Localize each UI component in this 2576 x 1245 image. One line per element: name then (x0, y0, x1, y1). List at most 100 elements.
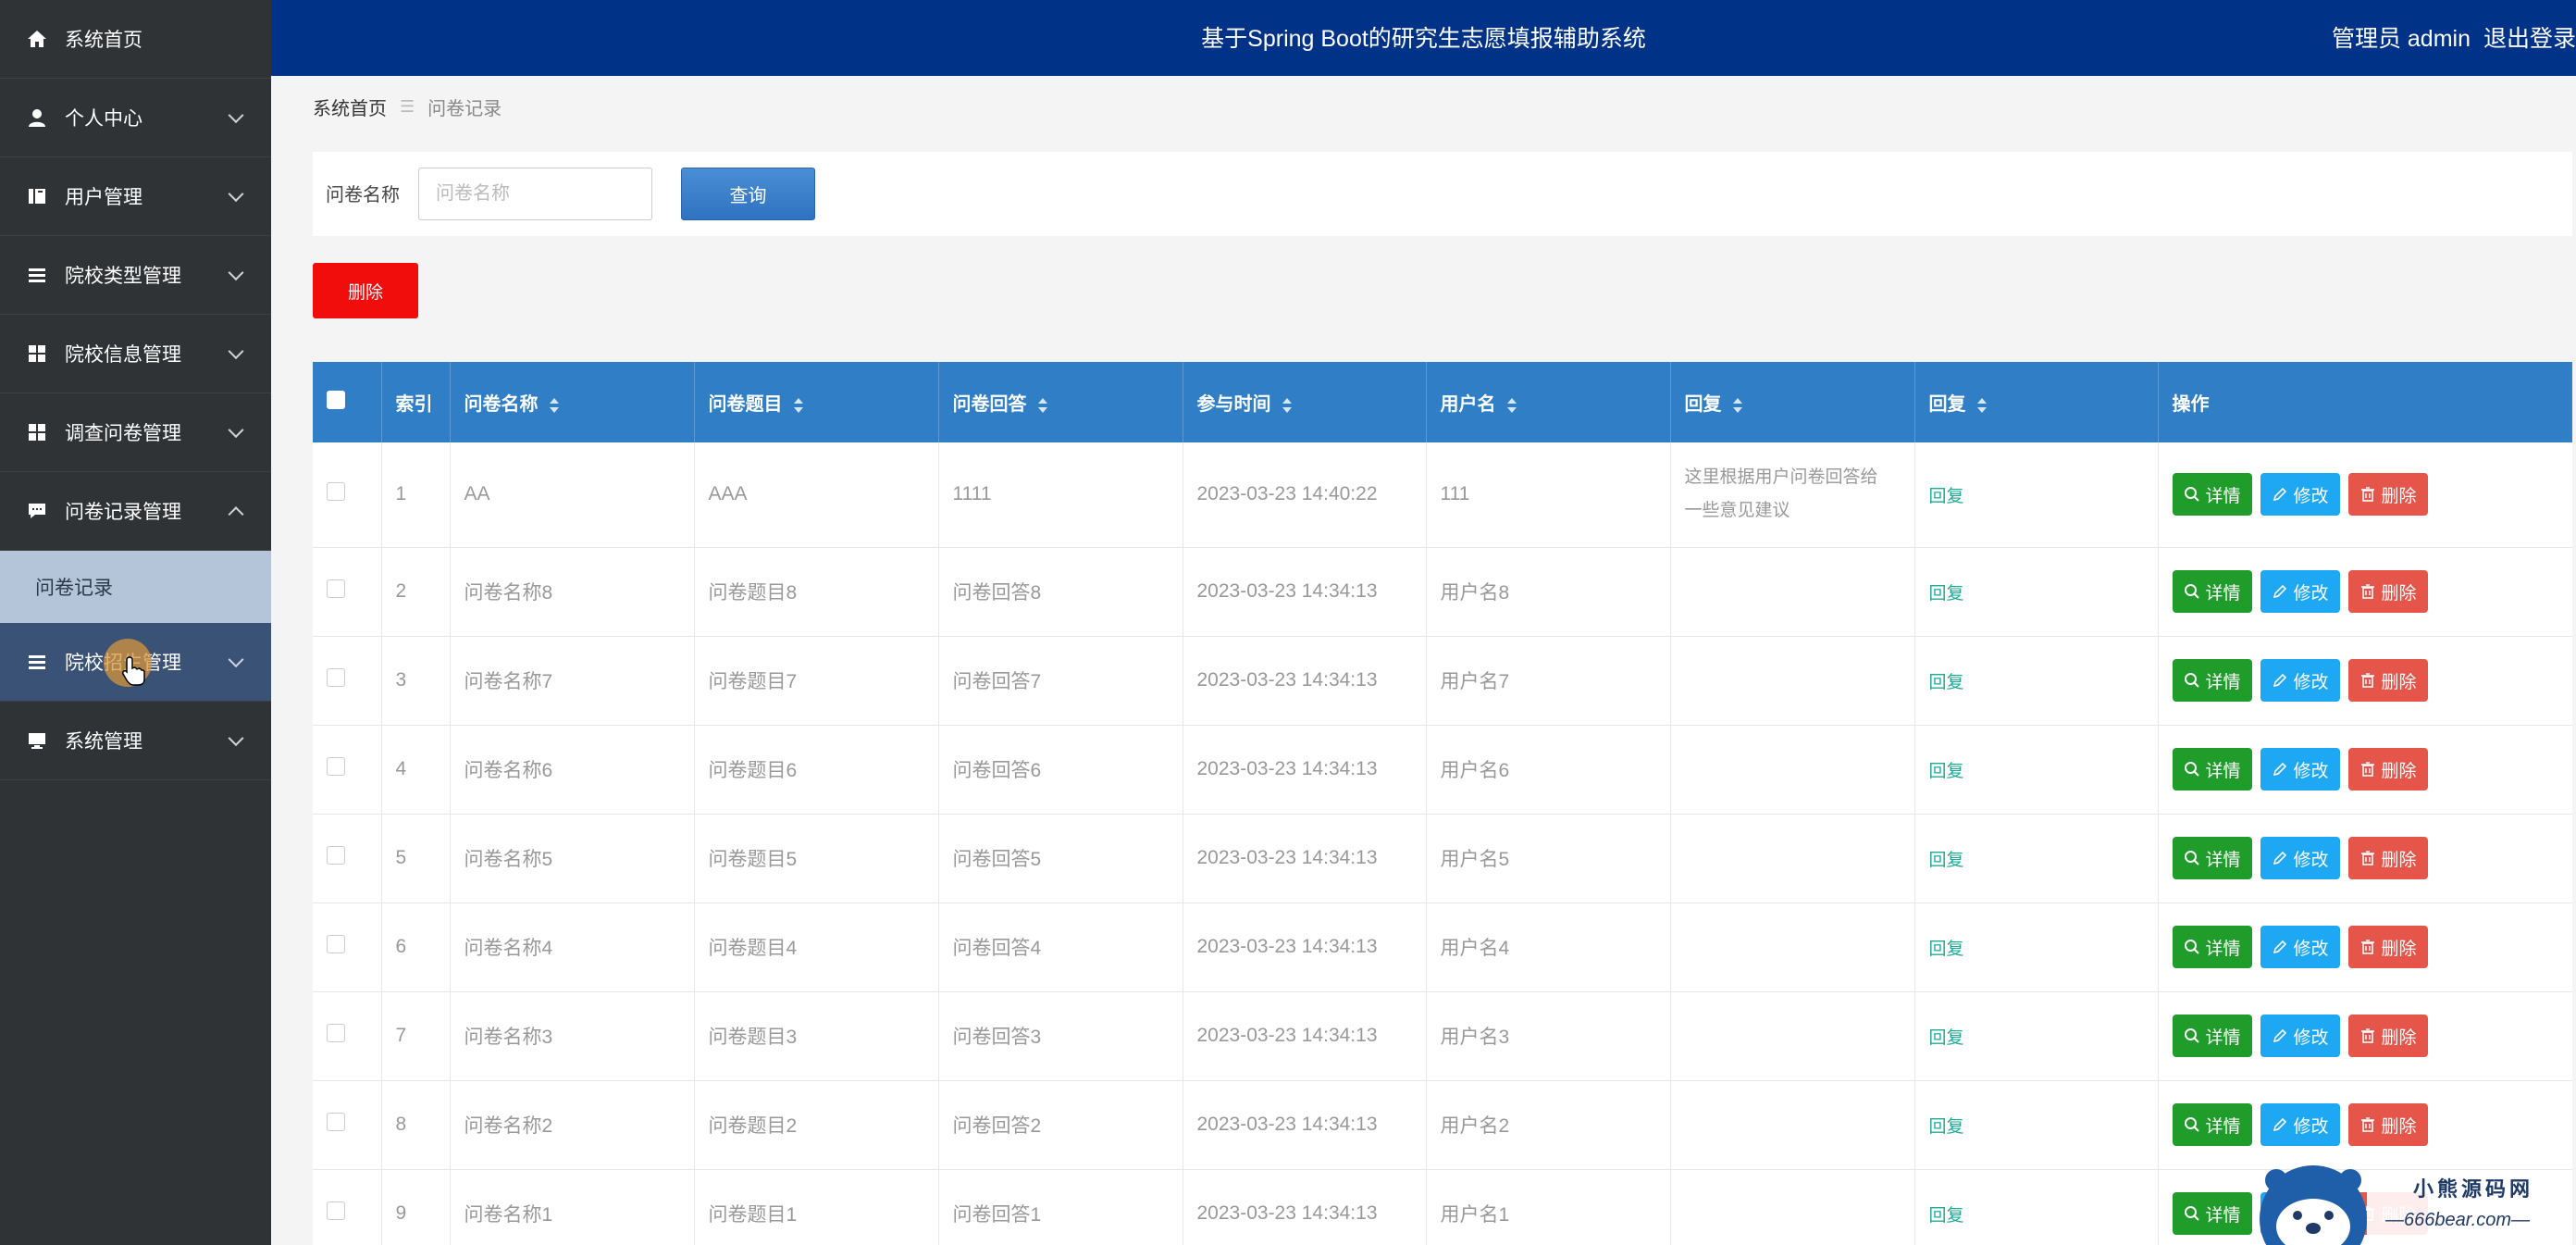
edit-button[interactable]: 修改 (2260, 926, 2340, 968)
column-header[interactable]: 问卷名称 (450, 362, 695, 442)
sidebar-item-users[interactable]: 用户管理 (0, 157, 271, 236)
grid-icon (26, 421, 48, 443)
sidebar-item-system[interactable]: 系统管理 (0, 702, 271, 780)
column-header[interactable]: 参与时间 (1183, 362, 1427, 442)
reply-link[interactable]: 回复 (1929, 940, 1964, 959)
cell-actions: 详情修改删除 (2158, 636, 2572, 726)
cell-reply: 回复 (1914, 442, 2159, 548)
column-header[interactable]: 问卷题目 (694, 362, 939, 442)
reply-link[interactable]: 回复 (1929, 851, 1964, 870)
reply-link[interactable]: 回复 (1929, 762, 1964, 781)
breadcrumb-home[interactable]: 系统首页 (313, 93, 387, 120)
edit-button[interactable]: 修改 (2260, 748, 2340, 791)
cell-actions: 详情修改删除 (2158, 442, 2572, 548)
row-checkbox[interactable] (327, 757, 345, 776)
detail-button[interactable]: 详情 (2172, 473, 2252, 517)
batch-delete-button[interactable]: 删除 (313, 263, 418, 318)
delete-button[interactable]: 删除 (2347, 1103, 2428, 1146)
logout-link[interactable]: 退出登录 (2483, 26, 2576, 52)
cell-time: 2023-03-23 14:34:13 (1183, 1169, 1427, 1245)
delete-button[interactable]: 删除 (2347, 837, 2428, 879)
detail-button[interactable]: 详情 (2172, 837, 2252, 879)
delete-button[interactable]: 删除 (2347, 926, 2428, 968)
reply-link[interactable]: 回复 (1929, 673, 1964, 692)
table-row: 4 问卷名称6 问卷题目6 问卷回答6 2023-03-23 14:34:13 用户名6 回… (313, 725, 2572, 815)
edit-button[interactable]: 修改 (2260, 659, 2340, 702)
row-checkbox[interactable] (327, 482, 345, 502)
reply-link[interactable]: 回复 (1929, 1117, 1964, 1137)
edit-button[interactable]: 修改 (2260, 570, 2340, 613)
row-checkbox[interactable] (327, 668, 345, 687)
cell-username: 111 (1426, 442, 1671, 548)
reply-link[interactable]: 回复 (1929, 1206, 1964, 1226)
cell-index: 9 (381, 1169, 451, 1245)
table-row: 9 问卷名称1 问卷题目1 问卷回答1 2023-03-23 14:34:13 用户名1 回… (313, 1169, 2572, 1245)
table-header-row: 索引 问卷名称 问卷题目 问卷回答 参与时间 用户名 回复 回复 操作 (313, 362, 2572, 442)
sidebar-item-school-types[interactable]: 院校类型管理 (0, 236, 271, 315)
cell-time: 2023-03-23 14:34:13 (1183, 636, 1427, 726)
row-checkbox[interactable] (327, 1113, 345, 1131)
reply-link[interactable]: 回复 (1929, 487, 1964, 506)
cell-username: 用户名7 (1426, 636, 1671, 726)
reply-link[interactable]: 回复 (1929, 584, 1964, 604)
sidebar-item-label: 用户管理 (65, 187, 142, 208)
select-all-checkbox[interactable] (327, 390, 345, 409)
edit-button[interactable]: 修改 (2260, 1015, 2340, 1057)
sidebar-item-school-info[interactable]: 院校信息管理 (0, 315, 271, 393)
breadcrumb: 系统首页 ☰ 问卷记录 (313, 93, 502, 120)
edit-button[interactable]: 修改 (2260, 1103, 2340, 1146)
cell-actions: 详情修改删除 (2158, 725, 2572, 815)
edit-button[interactable]: 修改 (2260, 473, 2340, 517)
column-header[interactable]: 用户名 (1426, 362, 1671, 442)
search-icon (2184, 761, 2200, 778)
cell-answer: 问卷回答4 (938, 903, 1183, 992)
row-checkbox[interactable] (327, 846, 345, 865)
detail-button[interactable]: 详情 (2172, 1103, 2252, 1146)
sidebar-item-survey-records[interactable]: 问卷记录管理 (0, 472, 271, 551)
delete-button[interactable]: 删除 (2347, 659, 2428, 702)
sort-icon[interactable] (1037, 397, 1047, 413)
list-icon (26, 651, 48, 673)
table-row: 5 问卷名称5 问卷题目5 问卷回答5 2023-03-23 14:34:13 用户名5 回… (313, 814, 2572, 903)
sidebar-item-surveys[interactable]: 调查问卷管理 (0, 393, 271, 472)
search-icon (2184, 1116, 2200, 1133)
sidebar-item-personal[interactable]: 个人中心 (0, 79, 271, 157)
detail-button[interactable]: 详情 (2172, 926, 2252, 968)
detail-button[interactable]: 详情 (2172, 659, 2252, 702)
row-checkbox[interactable] (327, 1201, 345, 1220)
sidebar-subitem-survey-records[interactable]: 问卷记录 (0, 551, 271, 623)
search-icon (2184, 486, 2200, 503)
sort-icon[interactable] (549, 397, 559, 413)
column-header[interactable]: 问卷回答 (938, 362, 1183, 442)
delete-button[interactable]: 删除 (2347, 748, 2428, 791)
table-row: 2 问卷名称8 问卷题目8 问卷回答8 2023-03-23 14:34:13 用户名8 回… (313, 547, 2572, 637)
delete-button[interactable]: 删除 (2347, 570, 2428, 613)
delete-button[interactable]: 删除 (2347, 1015, 2428, 1057)
sidebar-item-home[interactable]: 系统首页 (0, 0, 271, 79)
row-checkbox[interactable] (327, 579, 345, 598)
cell-name: 问卷名称3 (450, 991, 695, 1081)
reply-link[interactable]: 回复 (1929, 1028, 1964, 1048)
cell-question: 问卷题目5 (694, 814, 939, 903)
pointer-cursor-icon (122, 655, 146, 691)
column-header[interactable]: 回复 (1670, 362, 1915, 442)
search-input[interactable] (418, 168, 652, 220)
detail-button[interactable]: 详情 (2172, 1192, 2252, 1235)
cell-index: 4 (381, 725, 451, 815)
pencil-icon (2272, 1116, 2288, 1133)
sort-icon[interactable] (793, 397, 803, 413)
sort-icon[interactable] (1732, 397, 1742, 413)
detail-button[interactable]: 详情 (2172, 748, 2252, 791)
row-checkbox[interactable] (327, 935, 345, 953)
sort-icon[interactable] (1282, 397, 1292, 413)
delete-button[interactable]: 删除 (2347, 473, 2428, 517)
search-button[interactable]: 查询 (681, 168, 815, 220)
row-checkbox[interactable] (327, 1024, 345, 1042)
column-header[interactable]: 回复 (1914, 362, 2159, 442)
detail-button[interactable]: 详情 (2172, 1015, 2252, 1057)
cell-name: 问卷名称2 (450, 1080, 695, 1170)
sort-icon[interactable] (1976, 397, 1987, 413)
sort-icon[interactable] (1506, 397, 1517, 413)
detail-button[interactable]: 详情 (2172, 570, 2252, 613)
edit-button[interactable]: 修改 (2260, 837, 2340, 879)
